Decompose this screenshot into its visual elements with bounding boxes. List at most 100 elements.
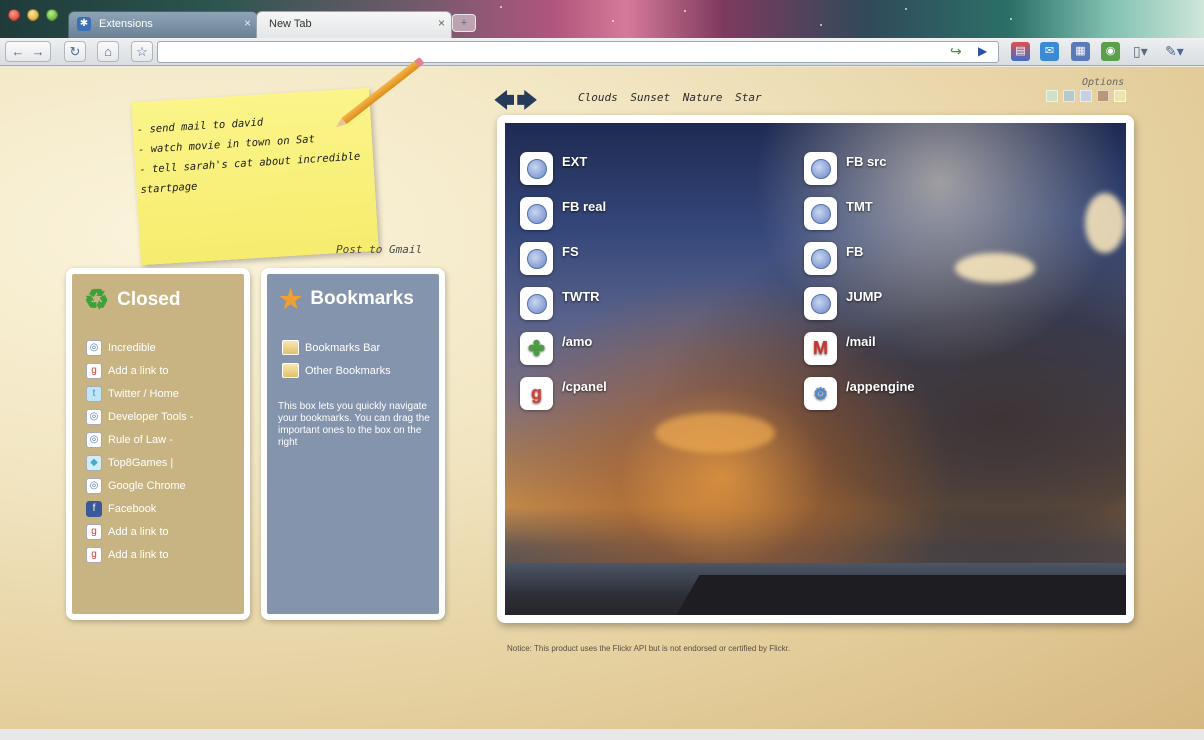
- shortcut-label: FS: [562, 244, 579, 259]
- shortcut-label: /mail: [846, 334, 876, 349]
- shortcut-label: FB src: [846, 154, 887, 169]
- theme-link-sunset[interactable]: Sunset: [630, 91, 670, 104]
- reload-button[interactable]: ↻: [64, 41, 86, 62]
- bookmark-folder[interactable]: Bookmarks Bar: [282, 336, 391, 359]
- globe-icon: [520, 242, 553, 275]
- shortcut-fb-src[interactable]: FB src: [804, 152, 886, 185]
- folder-icon: [282, 363, 299, 378]
- list-item[interactable]: g Add a link to: [86, 359, 193, 382]
- address-bar[interactable]: [157, 41, 999, 63]
- new-tab-button[interactable]: +: [452, 14, 476, 32]
- back-arrow-icon[interactable]: ←: [11, 44, 24, 59]
- gmail-icon: M: [804, 332, 837, 365]
- color-swatch[interactable]: [1114, 90, 1126, 102]
- globe-icon: [520, 287, 553, 320]
- shortcut-ext[interactable]: EXT: [520, 152, 587, 185]
- shortcut-fs[interactable]: FS: [520, 242, 579, 275]
- next-theme-arrow-icon[interactable]: 🡆: [517, 90, 540, 112]
- shortcut-label: /appengine: [846, 379, 915, 394]
- list-item[interactable]: ◎ Developer Tools -: [86, 405, 193, 428]
- post-to-gmail-link[interactable]: Post to Gmail: [336, 243, 422, 256]
- closed-list: ◎ Incredible g Add a link to t Twitter / Ho…: [86, 336, 193, 566]
- item-label: Rule of Law -: [108, 433, 173, 446]
- minimize-window-button[interactable]: [27, 9, 39, 21]
- page-menu-icon[interactable]: ▯▾: [1133, 43, 1148, 60]
- prev-theme-arrow-icon[interactable]: 🡄: [494, 90, 517, 112]
- color-swatch[interactable]: [1046, 90, 1058, 102]
- cloud-highlight: [1085, 193, 1125, 253]
- sparkle: [500, 6, 502, 8]
- appengine-icon: ⚙: [804, 377, 837, 410]
- globe-icon: [520, 197, 553, 230]
- item-label: Incredible: [108, 341, 156, 354]
- shortcut-twtr[interactable]: TWTR: [520, 287, 600, 320]
- back-forward-group: ← →: [5, 41, 51, 62]
- calendar-icon[interactable]: ▦: [1071, 42, 1090, 61]
- shortcut-label: FB real: [562, 199, 607, 214]
- list-item[interactable]: ◆ Top8Games |: [86, 451, 193, 474]
- bookmarks-description: This box lets you quickly navigate your …: [278, 401, 430, 448]
- options-link[interactable]: Options: [1082, 77, 1124, 88]
- shortcut-tmt[interactable]: TMT: [804, 197, 873, 230]
- forward-arrow-icon[interactable]: →: [32, 44, 45, 59]
- play-icon[interactable]: ▶: [978, 44, 987, 58]
- globe-icon: ◎: [86, 408, 102, 425]
- shortcut-appengine[interactable]: ⚙ /appengine: [804, 377, 915, 410]
- bookmark-star-button[interactable]: ☆: [131, 41, 153, 62]
- bookmark-folder[interactable]: Other Bookmarks: [282, 359, 391, 382]
- list-item[interactable]: ◎ Rule of Law -: [86, 428, 193, 451]
- shortcut-label: JUMP: [846, 289, 883, 304]
- close-tab-icon[interactable]: ×: [438, 16, 445, 30]
- list-item[interactable]: ◎ Incredible: [86, 336, 193, 359]
- reader-icon[interactable]: ◉: [1101, 42, 1120, 61]
- color-swatch[interactable]: [1080, 90, 1092, 102]
- tab-extensions[interactable]: ✱ Extensions ×: [68, 11, 258, 38]
- close-window-button[interactable]: [8, 9, 20, 21]
- reload-icon: ↻: [69, 44, 81, 59]
- tab-label: New Tab: [269, 18, 312, 30]
- globe-icon: ◎: [86, 477, 102, 494]
- globe-icon: [804, 197, 837, 230]
- list-item[interactable]: ◎ Google Chrome: [86, 474, 193, 497]
- shortcut-cpanel[interactable]: g /cpanel: [520, 377, 607, 410]
- shortcut-label: TMT: [846, 199, 873, 214]
- shortcut-mail[interactable]: M /mail: [804, 332, 876, 365]
- closed-tabs-panel: ♻ Closed ◎ Incredible g Add a link to t Twi…: [66, 268, 250, 620]
- zoom-window-button[interactable]: [46, 9, 58, 21]
- home-button[interactable]: ⌂: [97, 41, 119, 62]
- sticky-note[interactable]: - send mail to david - watch movie in to…: [131, 87, 379, 266]
- bookmarks-title: Bookmarks: [310, 288, 414, 309]
- recycle-icon: ♻: [84, 284, 110, 315]
- cloud-highlight: [955, 253, 1035, 283]
- list-item[interactable]: f Facebook: [86, 497, 193, 520]
- shortcut-fb[interactable]: FB: [804, 242, 863, 275]
- twitter-icon: t: [86, 385, 102, 402]
- shortcut-jump[interactable]: JUMP: [804, 287, 882, 320]
- list-item[interactable]: t Twitter / Home: [86, 382, 193, 405]
- shortcut-label: /cpanel: [562, 379, 607, 394]
- close-tab-icon[interactable]: ×: [244, 16, 251, 30]
- list-item[interactable]: g Add a link to: [86, 543, 193, 566]
- globe-icon: [520, 152, 553, 185]
- rss-icon[interactable]: ▤: [1011, 42, 1030, 61]
- theme-link-nature[interactable]: Nature: [683, 91, 723, 104]
- speed-dial-frame: EXT FB real FS TWTR ✤ /amo g /cpanel FB …: [497, 115, 1134, 623]
- go-arrow-icon[interactable]: ↪: [950, 43, 962, 60]
- wrench-menu-icon[interactable]: ✎▾: [1165, 43, 1184, 60]
- theme-link-star[interactable]: Star: [735, 91, 762, 104]
- color-swatch[interactable]: [1097, 90, 1109, 102]
- list-item[interactable]: g Add a link to: [86, 520, 193, 543]
- tab-new-tab[interactable]: New Tab ×: [256, 11, 452, 38]
- cloud-highlight: [655, 413, 775, 453]
- closed-title: Closed: [117, 289, 181, 310]
- shortcut-amo[interactable]: ✤ /amo: [520, 332, 592, 365]
- game-icon: ◆: [86, 454, 102, 471]
- background-photo: EXT FB real FS TWTR ✤ /amo g /cpanel FB …: [505, 123, 1126, 615]
- shortcut-fb-real[interactable]: FB real: [520, 197, 606, 230]
- mail-icon[interactable]: ✉: [1040, 42, 1059, 61]
- star-outline-icon: ☆: [136, 44, 148, 59]
- color-swatch[interactable]: [1063, 90, 1075, 102]
- item-label: Twitter / Home: [108, 387, 179, 400]
- panel-title: ★ Bookmarks: [279, 286, 414, 312]
- theme-link-clouds[interactable]: Clouds: [578, 91, 618, 104]
